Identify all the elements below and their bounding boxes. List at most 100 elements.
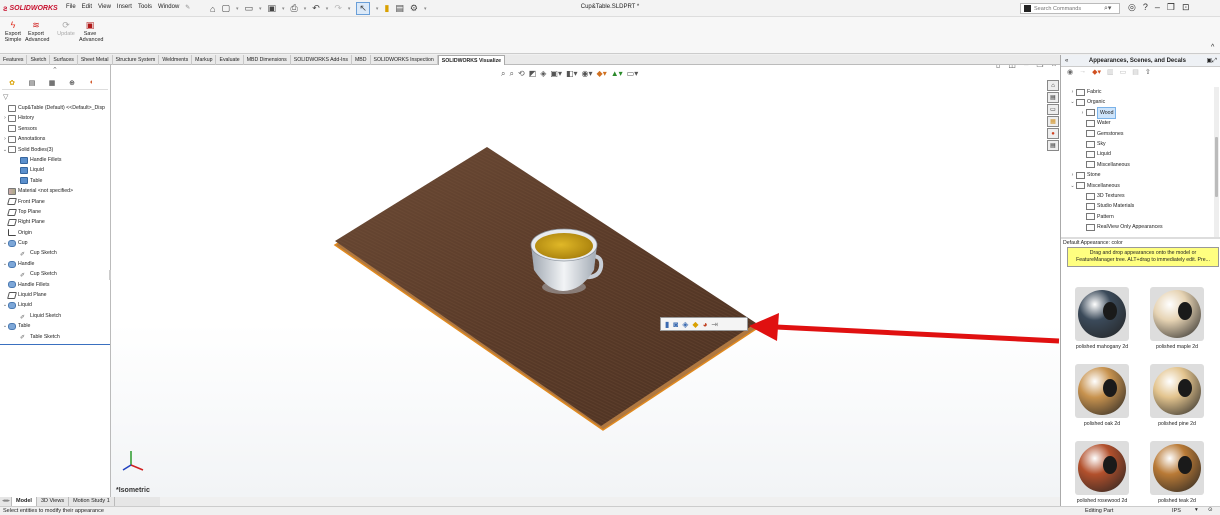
tab-sheet-metal[interactable]: Sheet Metal xyxy=(78,55,113,65)
viewport-restore-icon[interactable]: ❐ xyxy=(1036,65,1043,69)
feature-tree-item[interactable]: ⌄ Solid Bodies(3) xyxy=(0,145,111,155)
section-view-icon[interactable]: ◩ xyxy=(529,69,537,79)
feature-tree-item[interactable]: Front Plane xyxy=(0,197,111,207)
close-icon[interactable]: ⊡ xyxy=(1182,2,1190,13)
appearance-add-icon[interactable]: ◆▾ xyxy=(1092,68,1101,79)
export-advanced-button[interactable]: ≋ Export Advanced xyxy=(25,20,49,43)
appearance-folder[interactable]: Sky xyxy=(1069,139,1209,149)
viewport-minimize-icon[interactable]: – xyxy=(1024,65,1028,69)
feature-icon[interactable]: ◈ xyxy=(682,320,688,329)
appearances-tab-icon[interactable]: ● xyxy=(1047,128,1059,139)
hide-show-icon[interactable]: ◉▾ xyxy=(582,69,593,79)
library-icon[interactable]: ▥ xyxy=(1107,68,1114,79)
model-viewport[interactable] xyxy=(111,65,1060,497)
expand-panel-icon[interactable]: ⌃ xyxy=(52,66,58,74)
appearance-swatch[interactable]: polished pine 2d xyxy=(1142,364,1212,427)
feature-tree-item[interactable]: Top Plane xyxy=(0,207,111,217)
appearance-folder[interactable]: Gemstones xyxy=(1069,129,1209,139)
collapse-pane-icon[interactable]: « xyxy=(1065,58,1068,64)
back-icon[interactable]: ◉ xyxy=(1067,68,1073,79)
appearance-icon[interactable]: ◕ xyxy=(703,320,708,329)
menu-edit[interactable]: Edit xyxy=(82,4,92,11)
search-input[interactable] xyxy=(1034,5,1104,12)
menu-view[interactable]: View xyxy=(98,4,111,11)
part-appearance-icon[interactable]: ◆ xyxy=(692,320,698,329)
appearance-folder[interactable]: Pattern xyxy=(1069,212,1209,222)
home-icon[interactable]: ⌂ xyxy=(210,4,215,14)
feature-tree-item[interactable]: ✐ Liquid Sketch xyxy=(0,311,111,321)
feature-tree-item[interactable]: › History xyxy=(0,113,111,123)
feature-tree-item[interactable]: Table xyxy=(0,176,111,186)
graphics-area[interactable]: ⌕ ⌕ ⟲ ◩ ◈ ▣▾ ◧▾ ◉▾ ◆▾ ▲▾ ▭▾ ▯ ◫ – ❐ × ⌂ … xyxy=(111,65,1060,497)
resources-tab-icon[interactable]: ⌂ xyxy=(1047,80,1059,91)
tab-markup[interactable]: Markup xyxy=(192,55,217,65)
feature-tree-item[interactable]: Origin xyxy=(0,228,111,238)
viewport-close-icon[interactable]: × xyxy=(1052,65,1057,69)
tab-surfaces[interactable]: Surfaces xyxy=(50,55,78,65)
appearance-swatch[interactable]: polished oak 2d xyxy=(1067,364,1137,427)
tab-sketch[interactable]: Sketch xyxy=(27,55,51,65)
viewport-split-icon[interactable]: ◫ xyxy=(1008,65,1016,69)
appearance-folder[interactable]: › Wood xyxy=(1069,106,1209,120)
status-settings-icon[interactable]: ⊙ xyxy=(1208,507,1213,513)
new-document-icon[interactable]: ▢ xyxy=(221,3,230,14)
appearance-folder[interactable]: ⌄ Miscellaneous xyxy=(1069,181,1209,191)
feature-tree-item[interactable]: ✐ Table Sketch xyxy=(0,332,111,342)
appearance-folder[interactable]: RealView Only Appearances xyxy=(1069,222,1209,232)
appearance-swatch[interactable]: polished maple 2d xyxy=(1142,287,1212,350)
save-icon[interactable]: ▣ xyxy=(268,3,277,14)
pane-options-icon[interactable]: ▣⤢ xyxy=(1207,57,1217,65)
appearance-folder[interactable]: 3D Textures xyxy=(1069,191,1209,201)
feature-tree-item[interactable]: ⌄ Table xyxy=(0,321,111,331)
redo-icon[interactable]: ↷ xyxy=(334,3,342,14)
up-folder-icon[interactable]: ⇧ xyxy=(1145,68,1151,79)
appearance-swatch[interactable]: polished mahogany 2d xyxy=(1067,287,1137,350)
tab-motion-study[interactable]: Motion Study 1 xyxy=(69,497,115,506)
feature-tree-item[interactable]: Material <not specified> xyxy=(0,186,111,196)
design-library-tab-icon[interactable]: ▤ xyxy=(1047,92,1059,103)
file-explorer-tab-icon[interactable]: ▭ xyxy=(1047,104,1059,115)
appearance-folder[interactable]: › Fabric xyxy=(1069,87,1209,97)
appearance-tree-scrollbar[interactable] xyxy=(1214,87,1219,237)
select-icon[interactable]: ↖ xyxy=(356,2,370,15)
rollback-bar[interactable] xyxy=(0,343,110,345)
body-icon[interactable]: ▮ xyxy=(665,320,669,329)
zoom-area-icon[interactable]: ⌕ xyxy=(509,69,513,79)
collapse-ribbon-icon[interactable]: ^ xyxy=(1211,44,1214,51)
edit-appearance-icon[interactable]: ◆▾ xyxy=(597,69,607,79)
viewport-tile-icon[interactable]: ▯ xyxy=(996,65,1000,69)
expand-arrow-icon[interactable]: › xyxy=(1069,87,1076,97)
tree-view-icon[interactable]: ▤ xyxy=(1132,68,1139,79)
undo-icon[interactable]: ↶ xyxy=(312,3,320,14)
pin-menu-icon[interactable]: ✎ xyxy=(185,4,190,11)
export-simple-button[interactable]: ϟ Export Simple xyxy=(2,20,24,43)
restore-icon[interactable]: ❐ xyxy=(1167,2,1175,13)
view-orientation-icon[interactable]: ▣▾ xyxy=(550,69,562,79)
feature-tree-item[interactable]: ⌄ Liquid xyxy=(0,300,111,310)
appearance-folder[interactable]: › Stone xyxy=(1069,170,1209,180)
feature-tree-item[interactable]: Liquid Plane xyxy=(0,290,111,300)
expand-arrow-icon[interactable]: ⌄ xyxy=(1069,181,1076,191)
tab-mbd-dimensions[interactable]: MBD Dimensions xyxy=(244,55,291,65)
rebuild-icon[interactable]: ▮ xyxy=(384,3,389,14)
appearance-folder[interactable]: Studio Materials xyxy=(1069,201,1209,211)
feature-tree-item[interactable]: Handle Fillets xyxy=(0,155,111,165)
feature-tree-item[interactable]: ⌄ Cup xyxy=(0,238,111,248)
appearance-folder[interactable]: Liquid xyxy=(1069,149,1209,159)
previous-view-icon[interactable]: ⟲ xyxy=(518,69,525,79)
tab-mbd[interactable]: MBD xyxy=(352,55,371,65)
expand-arrow-icon[interactable]: › xyxy=(1079,108,1086,118)
search-commands[interactable]: ⌕▾ xyxy=(1020,3,1120,14)
update-button[interactable]: ⟳ Update xyxy=(55,20,77,37)
appearance-folder[interactable]: Miscellaneous xyxy=(1069,160,1209,170)
expand-arrow-icon[interactable]: › xyxy=(1069,170,1076,180)
pane-divider[interactable] xyxy=(1061,237,1220,239)
view-settings-icon[interactable]: ▭▾ xyxy=(627,69,639,79)
feature-tree-item[interactable]: ⌄ Handle xyxy=(0,259,111,269)
feature-tree-item[interactable]: Liquid xyxy=(0,165,111,175)
menu-tools[interactable]: Tools xyxy=(138,4,152,11)
property-manager-tab-icon[interactable]: ▤ xyxy=(24,79,40,89)
search-icon[interactable]: ⌕▾ xyxy=(1104,4,1111,13)
view-palette-tab-icon[interactable]: ▦ xyxy=(1047,116,1059,127)
expand-arrow-icon[interactable]: ⌄ xyxy=(1069,97,1076,107)
